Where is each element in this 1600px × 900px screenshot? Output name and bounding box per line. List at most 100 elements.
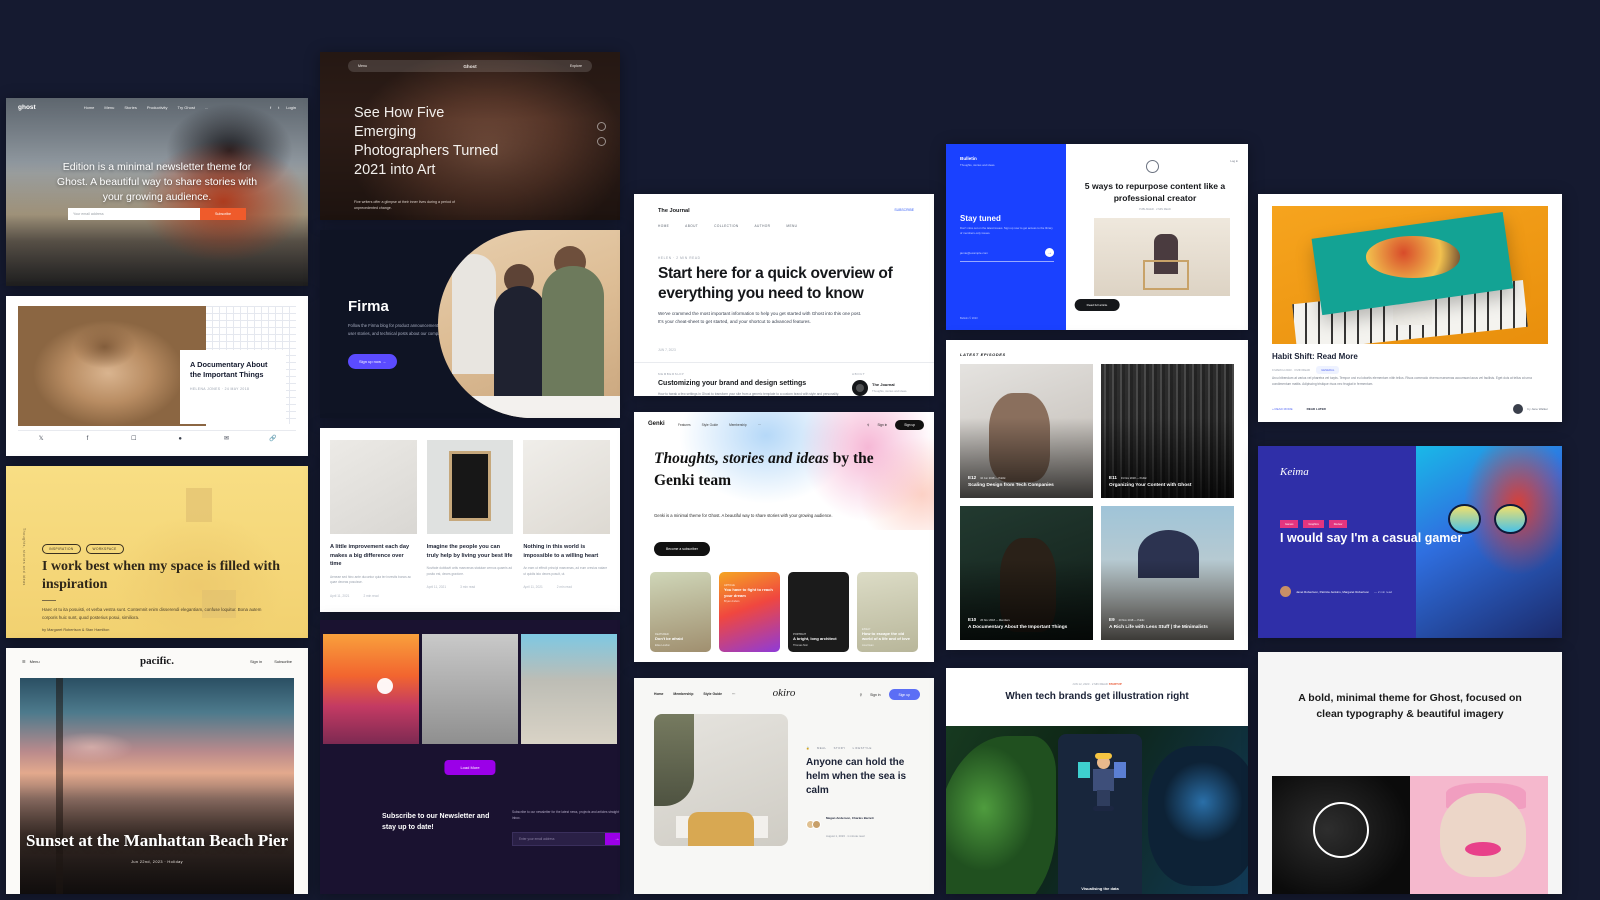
journal-brand[interactable]: The Journal: [658, 208, 690, 214]
journal-second-title[interactable]: Customizing your brand and design settin…: [658, 380, 806, 387]
theme-card-documentary[interactable]: A Documentary About the Important Things…: [6, 296, 308, 456]
theme-card-keima[interactable]: Keima Games Graphics Review I would say …: [1258, 446, 1562, 638]
bulletin-email-input[interactable]: jamie@example.com: [960, 251, 1045, 255]
bulletin-subscribe-form[interactable]: jamie@example.com →: [960, 248, 1054, 262]
photographers-arrow-controls[interactable]: [597, 122, 606, 146]
arrow-up-icon[interactable]: [597, 122, 606, 131]
theme-card-habit[interactable]: Habit Shift: Read More 9 MARCH 2023 · 3 …: [1258, 194, 1562, 422]
pacific-signin-link[interactable]: Sign in: [250, 659, 262, 664]
keima-tag[interactable]: Graphics: [1303, 520, 1324, 528]
bulletin-submit-button[interactable]: →: [1045, 248, 1054, 257]
journal-subscribe-link[interactable]: SUBSCRIBE: [894, 208, 914, 212]
edition-subscribe-button[interactable]: Subscribe: [200, 208, 246, 220]
theme-card-dark-gallery[interactable]: Load More Subscribe to our Newsletter an…: [320, 620, 620, 894]
edition-nav-item[interactable]: Try Ghost: [178, 105, 195, 110]
theme-card-episodes[interactable]: LATEST EPISODES E12 10 Jun 2018 — Public …: [946, 340, 1248, 650]
pacific-subscribe-link[interactable]: Subscribe: [274, 659, 292, 664]
illustration-tag[interactable]: STARTUP: [1109, 682, 1122, 686]
theme-card-journal[interactable]: The Journal SUBSCRIBE HOME ABOUT COLLECT…: [634, 194, 934, 396]
keima-tag[interactable]: Games: [1280, 520, 1299, 528]
post-card[interactable]: Imagine the people you can truly help by…: [426, 440, 514, 600]
instagram-icon[interactable]: ☐: [111, 435, 157, 442]
dark-email-input[interactable]: Enter your email address: [513, 837, 605, 841]
genki-nav-item[interactable]: Features: [678, 423, 691, 427]
journal-nav-item[interactable]: COLLECTION: [714, 224, 738, 228]
theme-card-okiro[interactable]: Home Membership Style Guide ··· okiro ⚲ …: [634, 678, 934, 894]
genki-brand[interactable]: Genki: [648, 421, 665, 427]
edition-nav-item[interactable]: Stories: [124, 105, 136, 110]
photographers-brand[interactable]: Ghost: [348, 64, 592, 69]
genki-cta-button[interactable]: Become a subscriber: [654, 542, 710, 556]
yellow-tag[interactable]: INSPIRATION: [42, 544, 81, 554]
edition-brand-logo[interactable]: ghost: [18, 104, 36, 111]
genki-nav-item[interactable]: Style Guide: [702, 423, 718, 427]
search-icon[interactable]: ⚲: [867, 423, 869, 427]
habit-read-more-link[interactable]: » READ MORE: [1272, 407, 1293, 411]
theme-card-bold-minimal[interactable]: A bold, minimal theme for Ghost, focused…: [1258, 652, 1562, 894]
keima-tag[interactable]: Review: [1328, 520, 1348, 528]
habit-tag[interactable]: GENERAL: [1316, 366, 1340, 374]
twitter-icon[interactable]: t: [278, 105, 279, 110]
journal-nav-item[interactable]: ABOUT: [685, 224, 698, 228]
okiro-tag[interactable]: STORY: [834, 746, 846, 750]
firma-signup-button[interactable]: Sign up now →: [348, 354, 398, 369]
journal-nav-item[interactable]: MENU: [786, 224, 797, 228]
okiro-tag[interactable]: MEAL: [817, 746, 827, 750]
theme-card-photographers[interactable]: Menu Ghost Explore See How Five Emerging…: [320, 52, 620, 220]
theme-card-edition[interactable]: ghost Home Menu Stories Productivity Try…: [6, 98, 308, 286]
facebook-icon[interactable]: f: [64, 436, 110, 442]
edition-login-link[interactable]: Login: [286, 105, 296, 110]
genki-signin-link[interactable]: Sign in: [877, 423, 887, 427]
load-more-button[interactable]: Load More: [444, 760, 496, 775]
illustration-date: JUN 12, 2023 · 2 MIN READ: [1072, 682, 1108, 686]
theme-card-yellow-quote[interactable]: Thoughts, stories and ideas INSPIRATION …: [6, 466, 308, 638]
yellow-tag[interactable]: WORKSPACE: [85, 544, 124, 554]
edition-nav-item[interactable]: ...: [205, 105, 208, 110]
post-card[interactable]: A little improvement each day makes a bi…: [330, 440, 417, 600]
okiro-signin-link[interactable]: Sign in: [870, 693, 880, 697]
bulletin-brand[interactable]: Bulletin: [960, 156, 977, 161]
search-icon[interactable]: ⚲: [860, 693, 862, 697]
habit-read-later-button[interactable]: READ LATER: [1307, 407, 1326, 411]
journal-nav-item[interactable]: HOME: [658, 224, 669, 228]
genki-nav-item[interactable]: ···: [758, 423, 761, 427]
journal-nav-item[interactable]: AUTHOR: [755, 224, 771, 228]
edition-subscribe-form[interactable]: Your email address Subscribe: [68, 208, 246, 220]
genki-signup-button[interactable]: Sign up: [895, 420, 924, 430]
theme-card-three-up[interactable]: A little improvement each day makes a bi…: [320, 428, 620, 612]
arrow-down-icon[interactable]: [597, 137, 606, 146]
okiro-tag[interactable]: LIFESTYLE: [853, 746, 872, 750]
theme-card-pacific[interactable]: ☰ Menu pacific. Sign in Subscribe Sunset…: [6, 648, 308, 894]
episode-card[interactable]: E12 10 Jun 2018 — Public Scaling Design f…: [960, 364, 1093, 498]
theme-card-illustration[interactable]: JUN 12, 2023 · 2 MIN READ STARTUP When t…: [946, 668, 1248, 894]
bulletin-read-button[interactable]: Read full article: [1074, 299, 1120, 311]
theme-card-genki[interactable]: Genki Features Style Guide Membership ··…: [634, 412, 934, 662]
edition-nav-item[interactable]: Productivity: [147, 105, 168, 110]
dark-submit-button[interactable]: →: [605, 833, 620, 845]
habit-title[interactable]: Habit Shift: Read More: [1272, 352, 1358, 361]
theme-card-bulletin[interactable]: Bulletin Thoughts, stories and ideas. St…: [946, 144, 1248, 330]
dribbble-icon[interactable]: ●: [157, 436, 203, 442]
dark-newsletter-form[interactable]: Enter your email address →: [512, 832, 620, 846]
episode-card[interactable]: E11 01 Nov 2018 — Public Organizing Your …: [1101, 364, 1234, 498]
post-card[interactable]: Nothing in this world is impossible to a…: [523, 440, 611, 600]
genki-post-card[interactable]: ESSAY How to escape the old world of a li…: [857, 572, 918, 652]
genki-nav-item[interactable]: Membership: [729, 423, 747, 427]
genki-post-card[interactable]: FEATURED Don't be afraid Elisa London: [650, 572, 711, 652]
twitter-icon[interactable]: 𝕏: [18, 435, 64, 442]
edition-nav-item[interactable]: Home: [84, 105, 95, 110]
theme-card-firma[interactable]: Firma Follow the Firma blog for product …: [320, 230, 620, 418]
episode-card[interactable]: E10 26 Nov 2018 — Members A Documentary A…: [960, 506, 1093, 640]
genki-post-card[interactable]: PORTRAIT A bright, long architect Thomas N…: [788, 572, 849, 652]
episode-card[interactable]: E9 20 Nov 2018 — Public A Rich Life with …: [1101, 506, 1234, 640]
genki-post-card[interactable]: ARTICLE You have to fight to reach your d…: [719, 572, 780, 652]
edition-email-input[interactable]: Your email address: [68, 208, 200, 220]
genki-card-title: How to escape the old world of a life an…: [862, 630, 911, 642]
link-icon[interactable]: 🔗: [250, 435, 296, 442]
okiro-signup-button[interactable]: Sign up: [888, 689, 920, 700]
bulletin-login-link[interactable]: Log in: [1230, 159, 1238, 163]
mail-icon[interactable]: ✉: [203, 435, 249, 442]
keima-brand[interactable]: Keima: [1280, 466, 1309, 478]
facebook-icon[interactable]: f: [270, 105, 271, 110]
edition-nav-item[interactable]: Menu: [104, 105, 114, 110]
